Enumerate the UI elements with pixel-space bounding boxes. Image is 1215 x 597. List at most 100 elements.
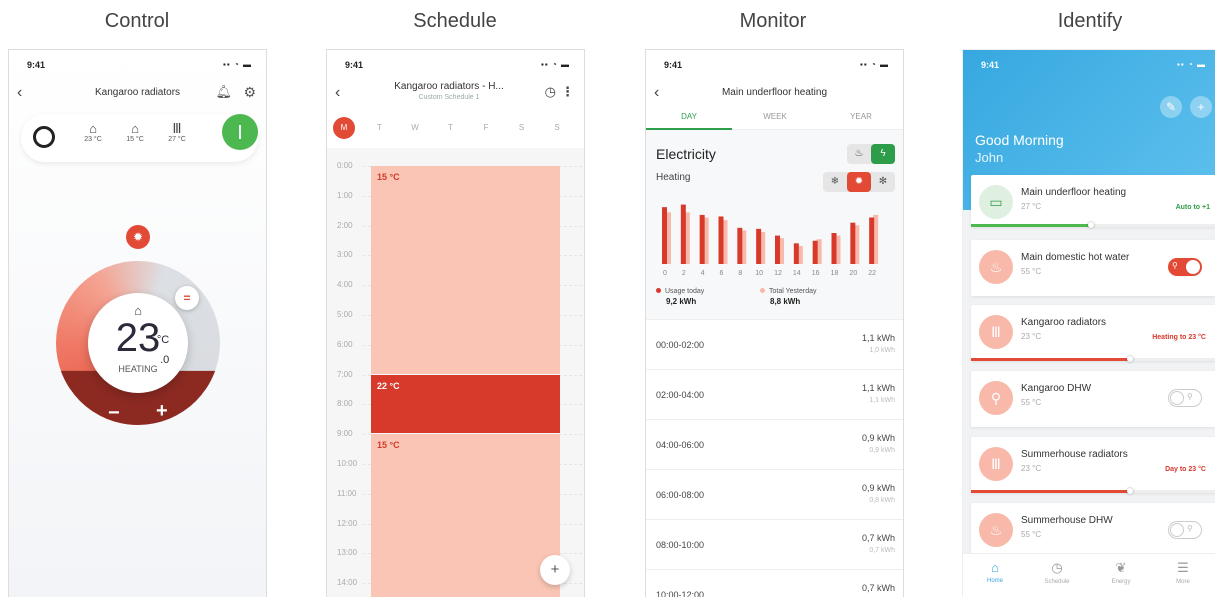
tab-week[interactable]: WEEK [732,112,818,121]
title-control: Control [104,10,170,32]
day-1[interactable]: T [369,117,391,139]
device-card[interactable]: ♨ Main domestic hot water 55 °C ⚲ [971,240,1215,296]
device-progress[interactable] [971,356,1215,362]
usage-row[interactable]: 00:00-02:00 1,1 kWh 1,0 kWh [646,320,903,370]
day-4[interactable]: F [475,117,497,139]
zone-home[interactable]: ⌂ 23 °C [73,122,113,144]
day-6[interactable]: S [546,117,568,139]
bolt-icon[interactable]: ϟ [871,144,895,164]
block-temp: 15 °C [377,440,400,451]
usage-row[interactable]: 02:00-04:00 1,1 kWh 1,1 kWh [646,370,903,420]
device-name: Main domestic hot water [1021,252,1130,263]
time-label: 13:00 [337,548,358,558]
nav-energy[interactable]: ❦ Energy [1101,560,1141,585]
bar-today [869,217,875,264]
device-card[interactable]: ▭ Main underfloor heating 27 °C Auto to +1 [971,175,1215,228]
nav-home[interactable]: ⌂ Home [975,560,1015,584]
temperature-dial[interactable]: ⌂ 23 °C .0 HEATING − + [56,261,220,425]
day-2[interactable]: W [404,117,426,139]
bottom-nav: ⌂ Home ◷ Schedule ❦ Energy ☰ More [963,553,1215,597]
schedule-block[interactable]: 22 °C [371,374,560,434]
energy-card: Electricity Heating ♨ ϟ ❄ ✹ ✻ 0 2 4 6 8 10 12 1… [646,130,903,320]
fan-icon[interactable]: ✻ [871,172,895,192]
bar-today [737,227,743,264]
device-temp: 55 °C [1021,530,1042,539]
bar-today [662,207,667,264]
row-time: 02:00-04:00 [656,390,705,400]
row-subvalue: 1,0 kWh [869,347,895,354]
row-value: 0,9 kWh [861,433,895,443]
day-5[interactable]: S [511,117,533,139]
day-0[interactable]: M [333,117,355,139]
tap-icon: ⚲ [1172,261,1178,270]
device-toggle[interactable]: ⚲ [1168,521,1202,539]
device-progress[interactable] [971,222,1215,228]
x-tick-label: 20 [849,270,857,277]
zone-house-2[interactable]: ⌂ 15 °C [115,122,155,144]
day-3[interactable]: T [440,117,462,139]
x-tick-label: 10 [755,270,763,277]
back-button[interactable]: ‹ [335,84,340,102]
title-schedule: Schedule [413,10,497,32]
page-title: Main underfloor heating [721,87,828,98]
add-block-button[interactable]: + [540,555,570,585]
sun-icon[interactable]: ✹ [847,172,871,192]
legend-dot [656,288,661,293]
device-card[interactable]: ♨ Summerhouse DHW 55 °C ⚲ [971,503,1215,559]
x-tick-label: 12 [774,270,782,277]
period-tabs: DAY WEEK YEAR [646,108,903,130]
more-icon[interactable]: ⋮ [561,84,574,100]
row-value: 1,1 kWh [861,333,895,343]
usage-row[interactable]: 10:00-12:00 0,7 kWh [646,570,903,597]
toggle-knob [1170,391,1184,405]
zone-radiator[interactable]: Ⅲ 27 °C [157,122,197,144]
power-button[interactable]: | [222,114,258,150]
block-temp: 15 °C [377,172,400,182]
increase-button[interactable]: + [156,400,168,423]
device-card[interactable]: Ⅲ Summerhouse radiators 23 °C Day to 23 °C [971,437,1215,494]
row-time: 10:00-12:00 [656,590,705,597]
edit-icon[interactable]: ✎ [1160,96,1182,118]
time-label: 11:00 [337,488,357,498]
usage-row[interactable]: 06:00-08:00 0,9 kWh 0,8 kWh [646,470,903,520]
nav-schedule[interactable]: ◷ Schedule [1037,560,1077,585]
flame-icon[interactable]: ♨ [847,144,871,164]
device-card[interactable]: Ⅲ Kangaroo radiators 23 °C Heating to 23 °C [971,305,1215,362]
home-icon: ⌂ [991,560,999,575]
snowflake-icon[interactable]: ❄ [823,172,847,192]
schedule-block[interactable]: 15 °C [371,166,560,374]
status-bar: 9:41 ▪▪ ◔ ▬ [27,60,252,72]
bell-icon[interactable]: 🔔︎ [215,84,232,100]
row-value: 1,1 kWh [861,383,895,393]
progress-fill [971,358,1131,361]
sun-mode-icon[interactable]: ✹ [126,225,150,249]
legend-dot [760,288,765,293]
equals-icon[interactable]: = [175,286,199,310]
mode-toggle: ❄ ✹ ✻ [823,172,895,192]
schedule-block[interactable]: 15 °C [371,434,560,597]
usage-row[interactable]: 08:00-10:00 0,7 kWh 0,7 kWh [646,520,903,570]
progress-knob[interactable] [1127,488,1134,494]
usage-row[interactable]: 04:00-06:00 0,9 kWh 0,9 kWh [646,420,903,470]
device-toggle[interactable]: ⚲ [1168,258,1202,276]
row-value: 0,7 kWh [861,583,895,593]
bar-today [699,214,705,264]
tab-day[interactable]: DAY [646,112,732,121]
system-ring-icon[interactable] [33,126,55,148]
add-icon[interactable]: + [1190,96,1212,118]
time-label: 8:00 [337,399,353,409]
device-name: Kangaroo DHW [1021,383,1092,394]
tab-year[interactable]: YEAR [818,112,903,121]
legend-yesterday-value: 8,8 kWh [770,297,801,306]
progress-knob[interactable] [1127,356,1134,362]
device-toggle[interactable]: ⚲ [1168,389,1202,407]
clock-icon[interactable]: ◷ [545,84,556,100]
gear-icon[interactable]: ⚙ [243,84,256,101]
decrease-button[interactable]: − [108,402,120,425]
legend-today-value: 9,2 kWh [666,297,697,306]
nav-more[interactable]: ☰ More [1163,560,1203,585]
device-progress[interactable] [971,488,1215,494]
progress-knob[interactable] [1087,222,1094,228]
time-label: 5:00 [337,310,353,319]
device-card[interactable]: ⚲ Kangaroo DHW 55 °C ⚲ [971,371,1215,427]
